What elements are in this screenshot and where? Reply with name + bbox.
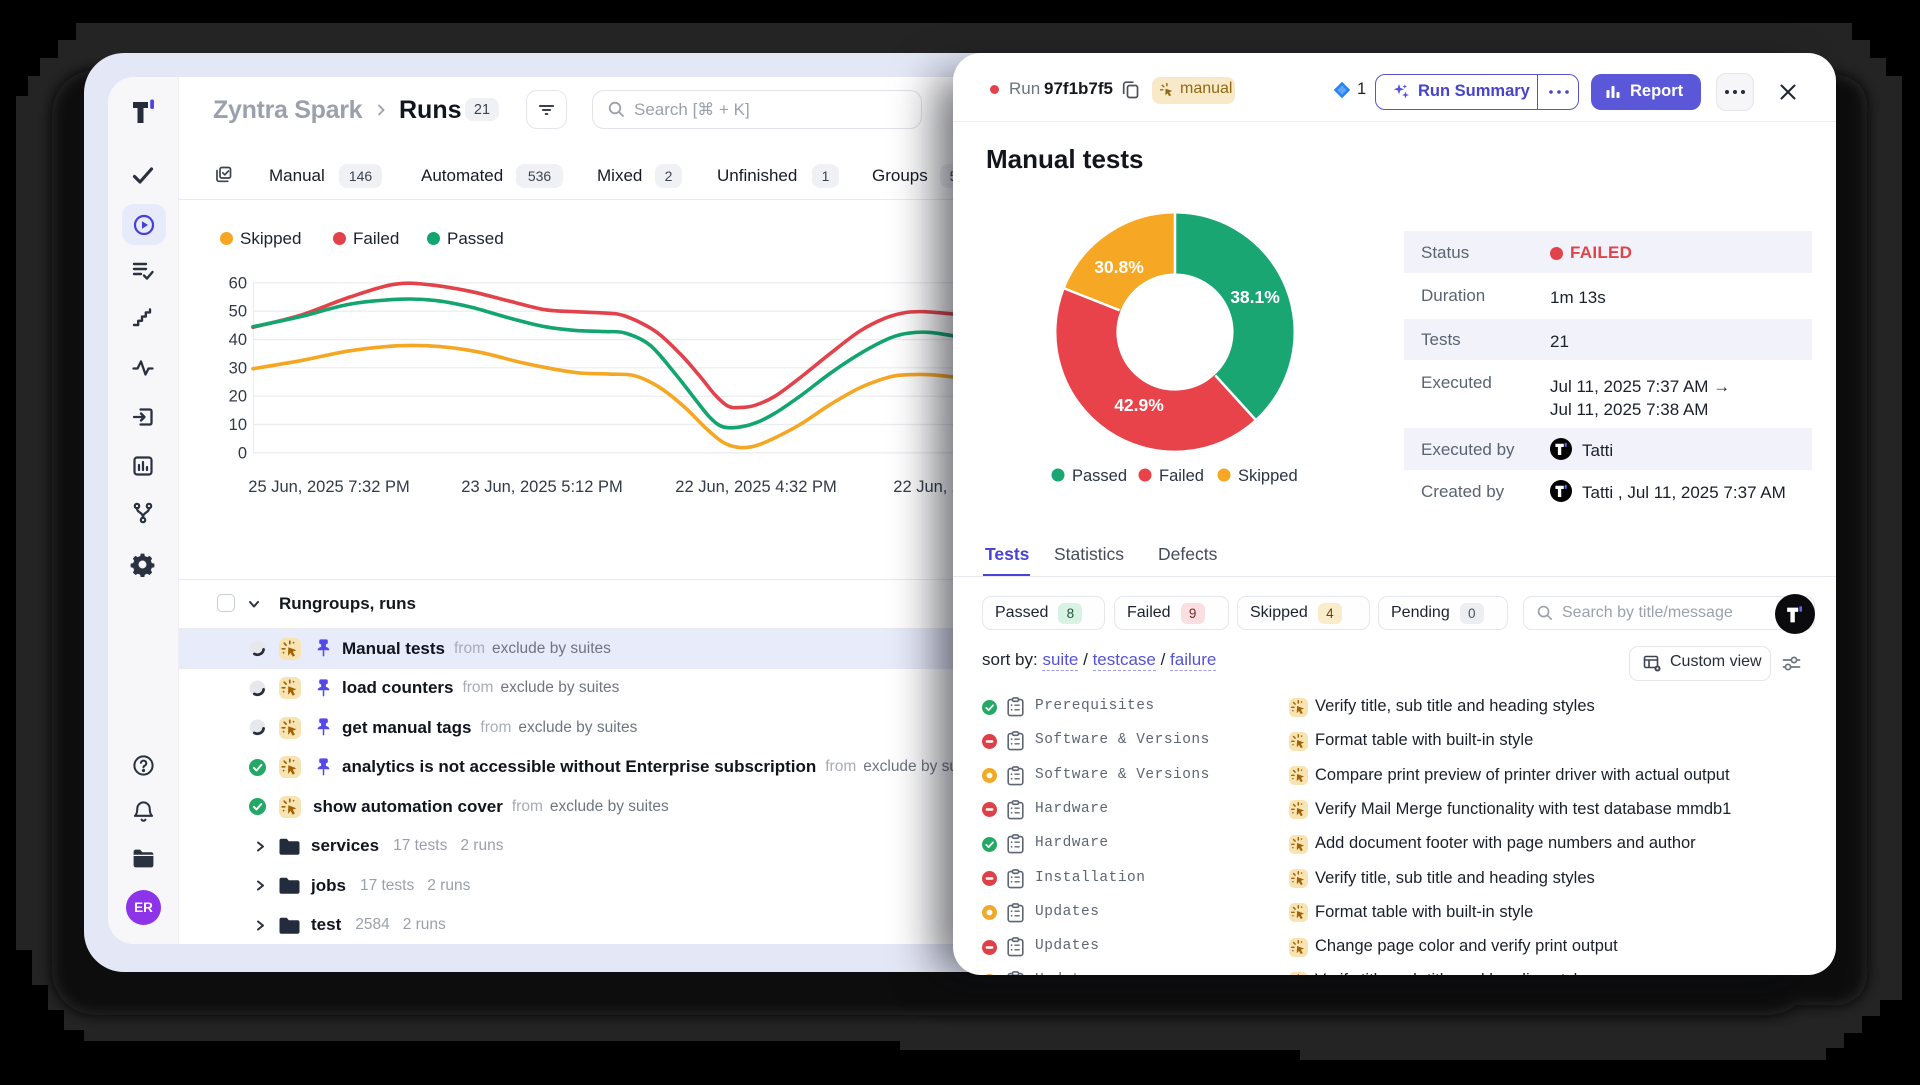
svg-text:22 Jun, 2025 4:02 PM: 22 Jun, 2025 4:02 PM [893, 478, 953, 496]
svg-text:23 Jun, 2025 5:12 PM: 23 Jun, 2025 5:12 PM [461, 478, 622, 496]
svg-text:22 Jun, 2025 4:32 PM: 22 Jun, 2025 4:32 PM [675, 478, 836, 496]
svg-text:42.9%: 42.9% [1114, 395, 1164, 415]
svg-text:20: 20 [229, 388, 247, 406]
svg-text:40: 40 [229, 331, 247, 349]
svg-text:0: 0 [238, 444, 247, 462]
svg-text:10: 10 [229, 416, 247, 434]
svg-text:38.1%: 38.1% [1230, 287, 1280, 307]
svg-text:Failed: Failed [1159, 467, 1204, 485]
svg-text:25 Jun, 2025 7:32 PM: 25 Jun, 2025 7:32 PM [248, 478, 409, 496]
svg-text:Skipped: Skipped [1238, 467, 1298, 485]
svg-text:Passed: Passed [1072, 467, 1127, 485]
svg-text:50: 50 [229, 303, 247, 321]
svg-text:30: 30 [229, 359, 247, 377]
svg-text:60: 60 [229, 274, 247, 292]
svg-text:30.8%: 30.8% [1094, 257, 1144, 277]
